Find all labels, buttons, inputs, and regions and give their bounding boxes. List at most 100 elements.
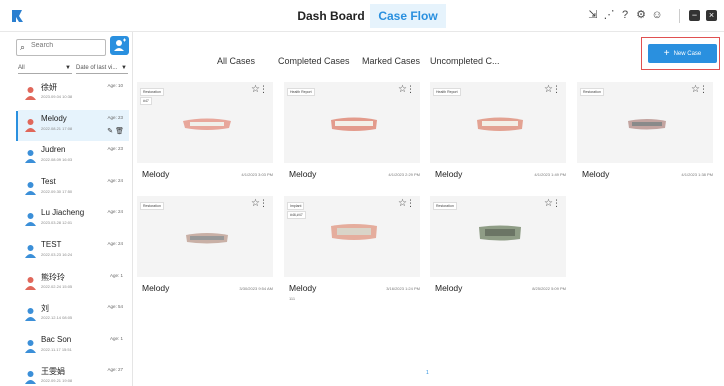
case-date: 4/1/2023 2:29 PM (388, 172, 420, 177)
app-logo (12, 10, 23, 22)
close-icon[interactable]: × (706, 10, 717, 21)
minimize-icon[interactable]: − (689, 10, 700, 21)
patient-item[interactable]: TEST 2022.03.23 16:24 Age: 24 (18, 236, 129, 268)
patient-name: Melody (41, 113, 67, 123)
patient-age: Age: 1 (109, 335, 123, 341)
toolbar-divider (679, 9, 680, 23)
case-tag: #46,#47 (287, 211, 306, 219)
patient-date: 2022.12.14 08:05 (41, 315, 73, 321)
case-tag: Restoration (433, 202, 457, 210)
case-card[interactable]: Restoration ☆ ⋮ Melody 4/1/2023 1:38 PM (577, 82, 713, 181)
patient-name: 刘 (41, 304, 49, 314)
more-vertical-icon[interactable]: ⋮ (699, 84, 708, 95)
patient-date: 2022.09.21 19:08 (41, 378, 73, 384)
filter-all-select[interactable]: All ▼ (18, 62, 72, 74)
case-tag: Restoration (140, 88, 164, 96)
case-tags: Restoration (140, 202, 164, 211)
case-tags: Restoration (433, 202, 457, 211)
sort-date-label: Date of last vi... (76, 65, 118, 71)
chevron-down-icon: ▼ (65, 65, 71, 71)
patient-icon (25, 150, 36, 164)
tab-completed-cases[interactable]: Completed Cases (278, 56, 350, 66)
user-icon[interactable]: ☺ (651, 9, 663, 21)
case-patient-name: Melody (582, 169, 610, 179)
patient-item[interactable]: Judren 2022.08.09 16:03 Age: 23 (18, 141, 129, 173)
patient-item[interactable]: 王雯娟 2022.09.21 19:08 Age: 27 (18, 362, 129, 386)
patient-icon (25, 87, 36, 100)
patient-age: Age: 27 (107, 367, 123, 373)
case-card[interactable]: Restoration ☆ ⋮ Melody 3/30/2023 9:54 AM (137, 196, 273, 295)
patient-date: 2022.02.24 15:05 (41, 283, 73, 289)
case-tags: Restoration #47 (140, 88, 164, 106)
patient-name: Test (41, 176, 56, 186)
export-icon[interactable]: ⇲ (587, 9, 599, 21)
new-case-button[interactable]: + New Case (648, 44, 717, 63)
case-card[interactable]: Health Report ☆ ⋮ Melody 4/1/2023 1:49 P… (430, 82, 566, 181)
patient-name: Lu Jiacheng (41, 208, 85, 218)
dental-model-image (628, 119, 666, 130)
more-vertical-icon[interactable]: ⋮ (406, 198, 415, 209)
case-patient-name: Melody (435, 283, 463, 293)
app-window: Dash Board Case Flow ⇲ ⋰ ? ⚙ ☺ − × ⌕ All (0, 0, 724, 386)
delete-icon[interactable]: 🗑 (115, 128, 124, 135)
chevron-down-icon: ▼ (121, 65, 127, 71)
case-card[interactable]: Health Report ☆ ⋮ Melody 4/1/2023 2:29 P… (284, 82, 420, 181)
patient-icon (25, 213, 36, 227)
patient-date: 2023.03.28 12:01 (41, 220, 73, 226)
patient-name: Judren (41, 145, 66, 155)
patient-age: Age: 1 (109, 272, 123, 278)
dental-model-image (479, 225, 521, 241)
filter-all-label: All (18, 65, 25, 71)
nav-tab-case-flow[interactable]: Case Flow (370, 4, 446, 28)
more-vertical-icon[interactable]: ⋮ (259, 84, 268, 95)
patient-item[interactable]: Bac Son 2022.11.17 15:51 Age: 1 (18, 331, 129, 363)
case-card[interactable]: Implant #46,#47 ☆ ⋮ Melody 3/16/2023 1:2… (284, 196, 420, 301)
share-icon[interactable]: ⋰ (603, 9, 615, 21)
add-patient-button[interactable] (110, 36, 129, 55)
patient-item[interactable]: Lu Jiacheng 2023.03.28 12:01 Age: 24 (18, 204, 129, 236)
patient-name: TEST (41, 239, 62, 249)
sort-date-select[interactable]: Date of last vi... ▼ (76, 62, 128, 74)
pagination-current[interactable]: 1 (426, 370, 429, 376)
case-tag: Health Report (433, 88, 461, 96)
more-vertical-icon[interactable]: ⋮ (259, 198, 268, 209)
settings-icon[interactable]: ⚙ (635, 9, 647, 21)
patient-item-selected[interactable]: Melody 2022.08.21 17:08 Age: 23 ✎ 🗑 (16, 109, 129, 142)
dental-model-image (477, 117, 523, 131)
more-vertical-icon[interactable]: ⋮ (552, 198, 561, 209)
patient-item[interactable]: 徐妍 2023.09.04 10:38 Age: 10 (18, 78, 129, 110)
tab-uncompleted-cases[interactable]: Uncompleted C... (430, 56, 500, 66)
plus-icon: + (663, 48, 670, 59)
case-tags: Restoration (580, 88, 604, 97)
case-date: 3/30/2023 9:54 AM (239, 286, 273, 291)
patient-date: 2022.03.23 16:24 (41, 251, 73, 257)
patient-name: 熊玲玲 (41, 272, 65, 282)
case-tags: Health Report (287, 88, 315, 97)
case-patient-name: Melody (289, 169, 317, 179)
edit-icon[interactable]: ✎ (107, 128, 113, 135)
help-icon[interactable]: ? (619, 9, 631, 21)
tab-all-cases[interactable]: All Cases (217, 56, 255, 66)
add-user-icon (114, 38, 126, 51)
nav-tab-dashboard[interactable]: Dash Board (296, 4, 366, 28)
dental-model-image (331, 224, 377, 240)
patient-item[interactable]: 熊玲玲 2022.02.24 15:05 Age: 1 (18, 268, 129, 300)
patient-item[interactable]: Test 2022.09.30 17:50 Age: 24 (18, 173, 129, 205)
case-tag: #47 (140, 97, 152, 105)
patient-icon (25, 276, 36, 290)
patient-item[interactable]: 刘 2022.12.14 08:05 Age: 54 (18, 299, 129, 331)
dental-model-image (183, 118, 231, 130)
patient-icon (25, 181, 36, 195)
search-input[interactable] (31, 42, 103, 49)
patient-age: Age: 23 (107, 146, 123, 152)
case-card[interactable]: Restoration ☆ ⋮ Melody 8/25/2022 5:09 PM (430, 196, 566, 295)
search-box[interactable]: ⌕ (16, 39, 106, 56)
case-tag: Restoration (140, 202, 164, 210)
more-vertical-icon[interactable]: ⋮ (552, 84, 561, 95)
patient-name: Bac Son (41, 334, 72, 344)
patient-sidebar: ⌕ All ▼ Date of last vi... ▼ 徐妍 2023.09.… (0, 32, 133, 386)
more-vertical-icon[interactable]: ⋮ (406, 84, 415, 95)
tab-marked-cases[interactable]: Marked Cases (362, 56, 420, 66)
case-tags: Health Report (433, 88, 461, 97)
case-card[interactable]: Restoration #47 ☆ ⋮ Melody 4/1/2023 3:03… (137, 82, 273, 181)
